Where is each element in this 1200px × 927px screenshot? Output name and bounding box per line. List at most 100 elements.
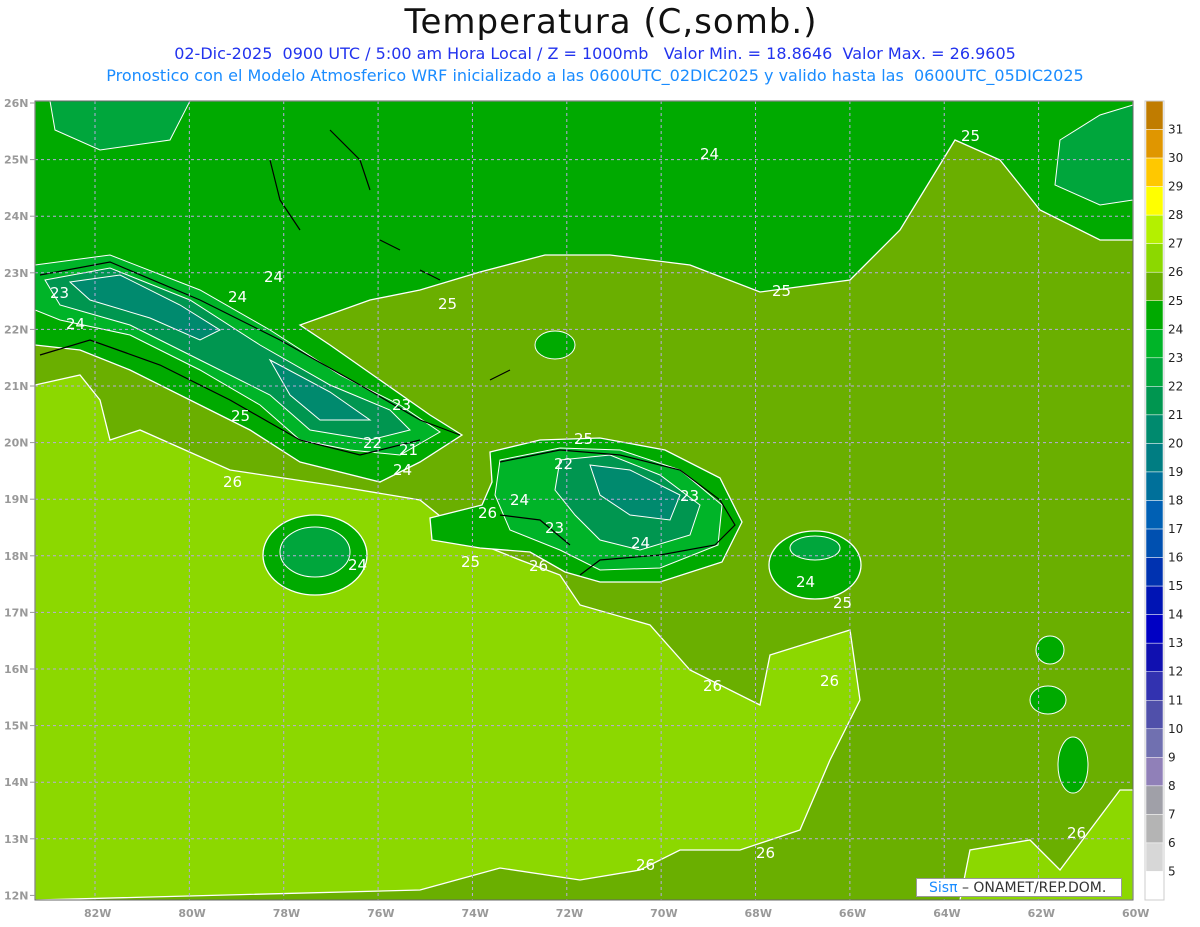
colorbar-swatch xyxy=(1145,785,1164,815)
lat-tick-label: 17N xyxy=(4,606,29,619)
contour-label: 23 xyxy=(545,519,564,537)
lat-tick-label: 13N xyxy=(4,833,29,846)
colorbar-label: 18 xyxy=(1168,494,1183,508)
colorbar-label: 17 xyxy=(1168,522,1183,536)
colorbar-swatch xyxy=(1145,528,1164,558)
lat-tick-label: 22N xyxy=(4,323,29,336)
lat-tick-label: 26N xyxy=(4,97,29,110)
lat-tick-label: 14N xyxy=(4,776,29,789)
sispi-logo: Sisπ xyxy=(929,880,958,896)
colorbar-label: 26 xyxy=(1168,265,1183,279)
colorbar-swatch xyxy=(1145,129,1164,159)
contour-label: 25 xyxy=(461,553,480,571)
contour-label: 24 xyxy=(228,288,247,306)
colorbar-label: 13 xyxy=(1168,636,1183,650)
colorbar-label: 31 xyxy=(1168,123,1183,137)
colorbar-swatch xyxy=(1145,414,1164,444)
lon-tick-label: 72W xyxy=(556,907,583,920)
lat-tick-label: 23N xyxy=(4,267,29,280)
lat-tick-label: 25N xyxy=(4,154,29,167)
colorbar-swatch xyxy=(1145,871,1164,901)
colorbar-swatch xyxy=(1145,614,1164,644)
contour-label: 24 xyxy=(510,491,529,509)
colorbar-label: 28 xyxy=(1168,208,1183,222)
contour-label: 24 xyxy=(264,268,283,286)
colorbar-label: 9 xyxy=(1168,750,1176,764)
contour-label: 26 xyxy=(1067,824,1086,842)
colorbar-swatch xyxy=(1145,557,1164,587)
contour-label: 25 xyxy=(574,430,593,448)
colorbar-swatch xyxy=(1145,500,1164,530)
map-title: Temperatura (C,somb.) xyxy=(404,2,818,42)
colorbar-swatch xyxy=(1145,300,1164,330)
contour-label: 25 xyxy=(833,594,852,612)
map-field xyxy=(35,101,1133,900)
lon-tick-label: 80W xyxy=(178,907,205,920)
colorbar-label: 30 xyxy=(1168,151,1183,165)
colorbar-swatch xyxy=(1145,329,1164,359)
colorbar-label: 20 xyxy=(1168,436,1183,450)
contour-label: 26 xyxy=(820,672,839,690)
colorbar-label: 6 xyxy=(1168,836,1176,850)
contour-label: 23 xyxy=(50,284,69,302)
lat-tick-label: 21N xyxy=(4,380,29,393)
colorbar-label: 14 xyxy=(1168,608,1183,622)
colorbar-swatch xyxy=(1145,700,1164,730)
lon-tick-label: 62W xyxy=(1028,907,1055,920)
lon-tick-label: 74W xyxy=(461,907,488,920)
colorbar-label: 5 xyxy=(1168,864,1176,878)
lon-tick-label: 76W xyxy=(367,907,394,920)
lon-tick-label: 70W xyxy=(650,907,677,920)
contour-label: 23 xyxy=(392,396,411,414)
contour-label: 26 xyxy=(478,504,497,522)
colorbar-label: 21 xyxy=(1168,408,1183,422)
colorbar-swatch xyxy=(1145,157,1164,187)
lat-tick-label: 15N xyxy=(4,720,29,733)
colorbar-swatch xyxy=(1145,471,1164,501)
colorbar-label: 15 xyxy=(1168,579,1183,593)
colorbar-swatch xyxy=(1145,642,1164,672)
valid-time-subtitle: 02-Dic-2025 0900 UTC / 5:00 am Hora Loca… xyxy=(174,44,1016,63)
colorbar-swatch xyxy=(1145,443,1164,473)
colorbar-swatch xyxy=(1145,214,1164,244)
band-24-isle xyxy=(1029,685,1067,715)
colorbar-label: 11 xyxy=(1168,693,1183,707)
lon-tick-label: 60W xyxy=(1122,907,1149,920)
colorbar-label: 10 xyxy=(1168,722,1183,736)
lon-tick-label: 64W xyxy=(933,907,960,920)
colorbar-label: 24 xyxy=(1168,322,1183,336)
colorbar-swatch xyxy=(1145,757,1164,787)
colorbar-label: 23 xyxy=(1168,351,1183,365)
colorbar-swatch xyxy=(1145,100,1164,130)
contour-label: 24 xyxy=(66,315,85,333)
contour-label: 24 xyxy=(796,573,815,591)
colorbar-swatch xyxy=(1145,671,1164,701)
latitude-axis: 26N 25N 24N 23N 22N 21N 20N 19N 18N 17N 16N 15N 14N 1… xyxy=(4,97,35,902)
colorbar-swatch xyxy=(1145,842,1164,872)
colorbar-label: 29 xyxy=(1168,180,1183,194)
band-22-puerto-rico xyxy=(789,535,841,561)
band-24-isle xyxy=(1057,736,1089,794)
colorbar-label: 27 xyxy=(1168,237,1183,251)
contour-label: 21 xyxy=(399,441,418,459)
band-24-isle xyxy=(1035,635,1065,665)
lat-tick-label: 12N xyxy=(4,889,29,902)
colorbar-swatch xyxy=(1145,814,1164,844)
colorbar-swatch xyxy=(1145,186,1164,216)
colorbar-swatch xyxy=(1145,243,1164,273)
colorbar-swatch xyxy=(1145,728,1164,758)
colorbar-label: 12 xyxy=(1168,665,1183,679)
band-22-jamaica xyxy=(279,526,351,578)
contour-label: 26 xyxy=(636,856,655,874)
lat-tick-label: 18N xyxy=(4,550,29,563)
colorbar-label: 22 xyxy=(1168,379,1183,393)
contour-label: 26 xyxy=(223,473,242,491)
band-24-isle xyxy=(534,330,576,360)
model-info-subtitle: Pronostico con el Modelo Atmosferico WRF… xyxy=(106,66,1084,85)
lat-tick-label: 24N xyxy=(4,210,29,223)
colorbar-swatch xyxy=(1145,585,1164,615)
colorbar-swatch xyxy=(1145,357,1164,387)
colorbar-label: 16 xyxy=(1168,551,1183,565)
contour-label: 25 xyxy=(772,282,791,300)
contour-label: 22 xyxy=(363,434,382,452)
